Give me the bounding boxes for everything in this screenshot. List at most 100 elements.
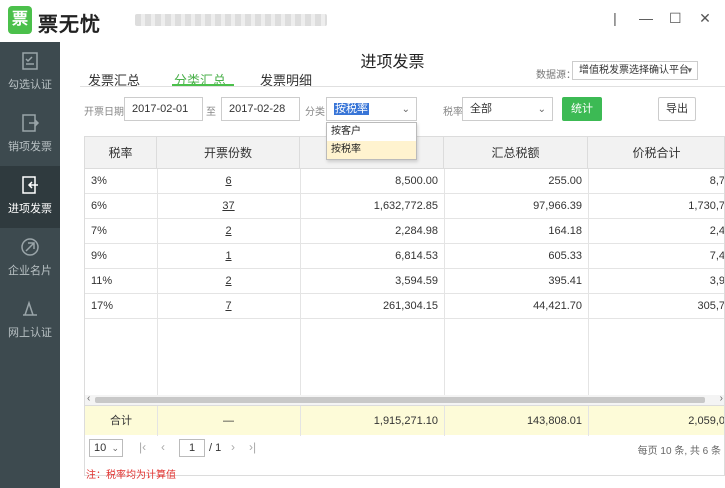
table-row[interactable]: 3% 6 8,500.00 255.00 8,7 <box>85 169 725 194</box>
sidebar-item-online-auth[interactable]: 网上认证 <box>0 290 60 352</box>
sidebar-item-sales-invoice[interactable]: 销项发票 <box>0 104 60 166</box>
cell-total: 8,7 <box>709 175 725 187</box>
cell-count-link[interactable]: 2 <box>157 269 300 294</box>
cell-tax: 395.41 <box>548 275 582 287</box>
totals-label: 合计 <box>110 415 132 427</box>
cell-total: 7,4 <box>709 250 725 262</box>
sidebar: 勾选认证 销项发票 进项发票 企业名片 网上认证 <box>0 42 60 488</box>
tab-invoice-summary[interactable]: 发票汇总 <box>88 70 140 91</box>
tax-rate-select[interactable]: 全部 ⌄ <box>462 97 553 121</box>
totals-total: 2,059,0 <box>688 415 725 427</box>
cell-tax: 255.00 <box>548 175 582 187</box>
cell-rate: 6% <box>91 200 107 212</box>
cell-rate: 7% <box>91 225 107 237</box>
tab-divider <box>80 86 725 87</box>
cell-count-link[interactable]: 7 <box>157 294 300 319</box>
date-to-label: 至 <box>206 107 216 118</box>
chevron-down-icon: ⌄ <box>111 443 119 453</box>
dropdown-option-by-customer[interactable]: 按客户 <box>327 123 416 141</box>
prev-page-icon[interactable]: ‹ <box>161 440 165 454</box>
next-page-icon[interactable]: › <box>231 440 235 454</box>
maximize-button[interactable]: ☐ <box>669 10 682 27</box>
cell-rate: 11% <box>91 275 113 287</box>
minimize-button[interactable]: — <box>639 10 653 27</box>
cell-amount: 261,304.15 <box>382 300 438 312</box>
cell-total: 3,9 <box>709 275 725 287</box>
cell-tax: 44,421.70 <box>533 300 582 312</box>
chevron-down-icon: ⌄ <box>401 104 410 115</box>
header-count: 开票份数 <box>157 137 300 169</box>
table-row[interactable]: 6% 37 1,632,772.85 97,966.39 1,730,7 <box>85 194 724 219</box>
invoice-in-icon <box>22 176 38 194</box>
header-total: 价税合计 <box>632 146 681 160</box>
sidebar-item-label: 网上认证 <box>8 327 52 339</box>
date-from-input[interactable]: 2017-02-01 <box>124 97 203 121</box>
window-extra-icon[interactable]: | <box>609 10 621 27</box>
sidebar-item-label: 进项发票 <box>8 203 52 215</box>
sidebar-item-check-auth[interactable]: 勾选认证 <box>0 42 60 104</box>
cell-rate: 9% <box>91 250 107 262</box>
app-logo-icon: 票 <box>8 6 32 34</box>
table-row[interactable]: 17% 7 261,304.15 44,421.70 305,7 <box>85 294 724 319</box>
cell-rate: 17% <box>91 300 114 312</box>
sidebar-item-label: 企业名片 <box>8 265 52 277</box>
category-select[interactable]: 按税率 ⌄ <box>326 97 417 121</box>
pagination-summary: 每页 10 条, 共 6 条 <box>637 446 721 457</box>
sidebar-item-purchase-invoice[interactable]: 进项发票 <box>0 166 60 228</box>
invoice-out-icon <box>22 114 40 132</box>
scrollbar-thumb[interactable] <box>95 397 705 403</box>
sidebar-item-label: 销项发票 <box>8 141 52 153</box>
cell-count-link[interactable]: 6 <box>157 169 300 194</box>
cell-amount: 2,284.98 <box>395 225 438 237</box>
close-button[interactable]: ✕ <box>699 10 711 27</box>
horizontal-scrollbar[interactable]: ‹ › <box>85 393 724 405</box>
cell-count-link[interactable]: 1 <box>157 244 300 269</box>
page-size-value: 10 <box>94 442 107 454</box>
main-content: 进项发票 发票汇总 分类汇总 发票明细 数据源： 增值税发票选择确认平台 ▾ 开… <box>60 42 725 488</box>
page-number-input[interactable]: 1 <box>179 439 205 457</box>
table-row[interactable]: 9% 1 6,814.53 605.33 7,4 <box>85 244 725 269</box>
cell-amount: 1,632,772.85 <box>373 200 438 212</box>
cell-rate: 3% <box>91 175 107 187</box>
chevron-down-icon: ⌄ <box>537 104 546 115</box>
cell-total: 2,4 <box>709 225 725 237</box>
blurred-company-name <box>135 14 327 26</box>
table-row[interactable]: 7% 2 2,284.98 164.18 2,4 <box>85 219 725 244</box>
cell-count-link[interactable]: 2 <box>157 219 300 244</box>
tab-category-summary[interactable]: 分类汇总 <box>174 70 226 91</box>
cell-tax: 97,966.39 <box>533 200 582 212</box>
chevron-down-icon: ▾ <box>687 65 692 75</box>
summary-table: 税率 开票份数 汇总税额 价税合计 3% 6 8,500.00 255.00 8… <box>84 136 725 476</box>
date-label: 开票日期 <box>84 107 124 118</box>
app-name: 票无忧 <box>38 14 101 36</box>
date-to-input[interactable]: 2017-02-28 <box>221 97 300 121</box>
footnote: 注：税率均为计算值 <box>86 470 176 481</box>
online-auth-icon <box>23 300 37 316</box>
stats-button[interactable]: 统计 <box>562 97 602 121</box>
cell-amount: 8,500.00 <box>395 175 438 187</box>
tab-bar: 发票汇总 分类汇总 发票明细 <box>88 70 312 91</box>
business-card-icon <box>21 238 39 256</box>
data-source-select[interactable]: 增值税发票选择确认平台 ▾ <box>572 61 698 80</box>
table-row[interactable]: 11% 2 3,594.59 395.41 3,9 <box>85 269 725 294</box>
page-size-select[interactable]: 10 ⌄ <box>89 439 123 457</box>
last-page-icon[interactable]: ›| <box>249 440 256 454</box>
cell-count-link[interactable]: 37 <box>157 194 300 219</box>
first-page-icon[interactable]: |‹ <box>139 440 146 454</box>
dropdown-option-by-rate[interactable]: 按税率 <box>327 141 416 159</box>
cell-amount: 3,594.59 <box>395 275 438 287</box>
cell-tax: 164.18 <box>548 225 582 237</box>
tax-rate-value: 全部 <box>470 103 492 115</box>
total-pages: / 1 <box>209 442 222 454</box>
sidebar-item-business-card[interactable]: 企业名片 <box>0 228 60 290</box>
title-bar: 票 票无忧 | — ☐ ✕ <box>0 0 725 42</box>
header-rate: 税率 <box>85 137 157 169</box>
scroll-left-icon[interactable]: ‹ <box>87 393 90 404</box>
totals-count: — <box>223 415 234 427</box>
tab-invoice-detail[interactable]: 发票明细 <box>260 70 312 91</box>
pagination: 10 ⌄ |‹ ‹ 1 / 1 › ›| 每页 10 条, 共 6 条 <box>85 435 724 465</box>
tax-rate-label: 税率 <box>443 107 463 118</box>
scroll-right-icon[interactable]: › <box>720 393 723 404</box>
category-value: 按税率 <box>334 103 369 115</box>
export-button[interactable]: 导出 <box>658 97 696 121</box>
